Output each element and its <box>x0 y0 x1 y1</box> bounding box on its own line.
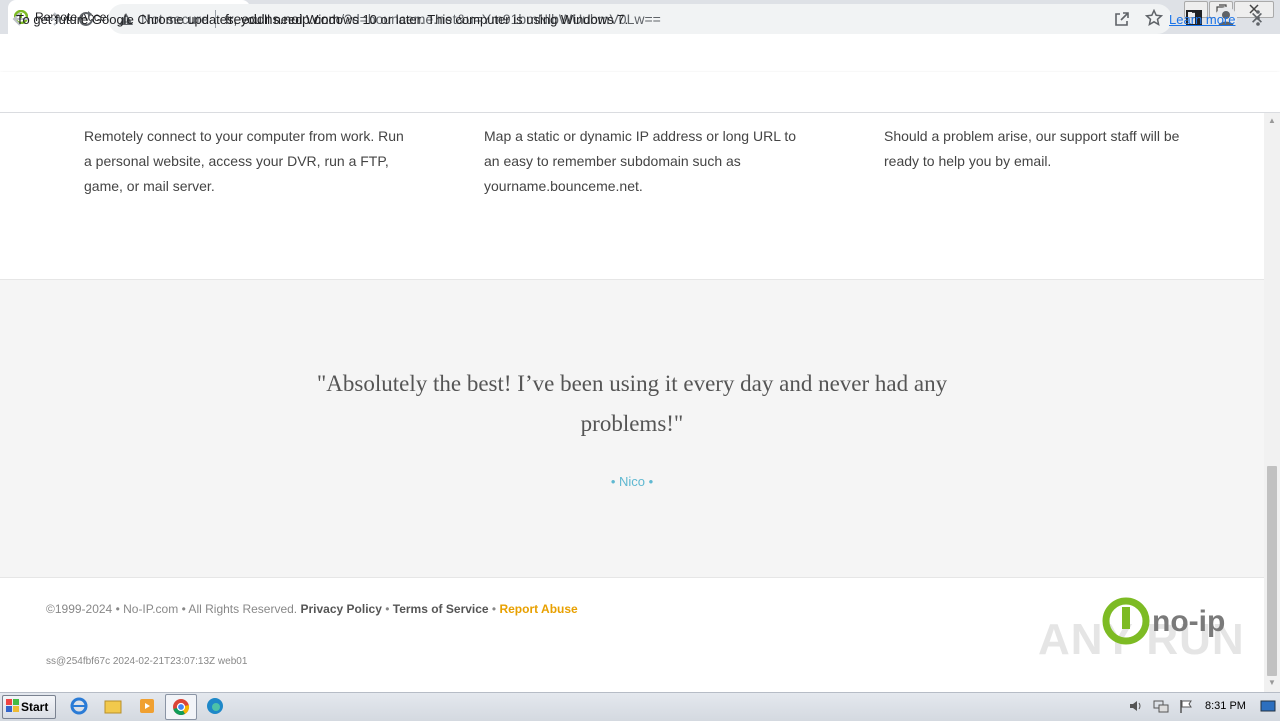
infobar-message: To get future Google Chrome updates, you… <box>16 12 629 27</box>
page-content: Remotely connect to your computer from w… <box>0 113 1264 692</box>
footer-separator: • <box>381 602 393 616</box>
scroll-down-arrow-icon[interactable]: ▼ <box>1264 676 1280 690</box>
privacy-policy-link[interactable]: Privacy Policy <box>301 602 382 616</box>
scroll-up-arrow-icon[interactable]: ▲ <box>1264 114 1280 128</box>
internet-explorer-icon[interactable] <box>66 695 92 717</box>
copyright-text: ©1999-2024 • No-IP.com • All Rights Rese… <box>46 602 298 616</box>
update-infobar <box>0 72 1280 113</box>
taskbar-chrome-active[interactable] <box>165 694 197 720</box>
testimonial-quote: "Absolutely the best! I’ve been using it… <box>316 371 948 436</box>
speaker-icon[interactable] <box>1128 698 1144 714</box>
bookmark-star-icon[interactable] <box>1145 9 1163 27</box>
feature-dns-mapping-text: Map a static or dynamic IP address or lo… <box>484 128 797 194</box>
start-label: Start <box>21 700 49 714</box>
noip-logo-text: no-ip <box>1152 605 1225 638</box>
network-icon[interactable] <box>1153 698 1169 714</box>
footer-links: ©1999-2024 • No-IP.com • All Rights Rese… <box>46 602 578 616</box>
action-center-flag-icon[interactable] <box>1178 698 1194 714</box>
terms-of-service-link[interactable]: Terms of Service <box>393 602 489 616</box>
file-explorer-icon[interactable] <box>100 695 126 717</box>
learn-more-link[interactable]: Learn more <box>1169 12 1235 27</box>
system-clock[interactable]: 8:31 PM <box>1205 700 1246 712</box>
report-abuse-link[interactable]: Report Abuse <box>499 602 577 616</box>
noip-logo[interactable]: no-ip <box>1100 597 1245 657</box>
share-icon[interactable] <box>1113 10 1131 28</box>
edge-icon[interactable] <box>202 695 228 717</box>
feature-remote-access-text: Remotely connect to your computer from w… <box>84 128 404 194</box>
scrollbar-thumb[interactable] <box>1267 466 1277 676</box>
testimonial-author: • Nico • <box>610 474 654 489</box>
browser-toolbar <box>0 34 1280 73</box>
infobar-close-icon[interactable]: ✕ <box>1248 9 1266 29</box>
start-button[interactable]: Start <box>2 695 56 719</box>
feature-support-text: Should a problem arise, our support staf… <box>884 128 1180 169</box>
build-info: ss@254fbf67c 2024-02-21T23:07:13Z web01 <box>46 656 248 667</box>
chrome-icon <box>173 699 190 715</box>
footer-separator: • <box>488 602 500 616</box>
show-desktop-icon[interactable] <box>1260 698 1276 714</box>
testimonial-section: "Absolutely the best! I’ve been using it… <box>0 279 1264 578</box>
windows-logo-icon <box>6 699 19 712</box>
media-player-icon[interactable] <box>134 695 160 717</box>
